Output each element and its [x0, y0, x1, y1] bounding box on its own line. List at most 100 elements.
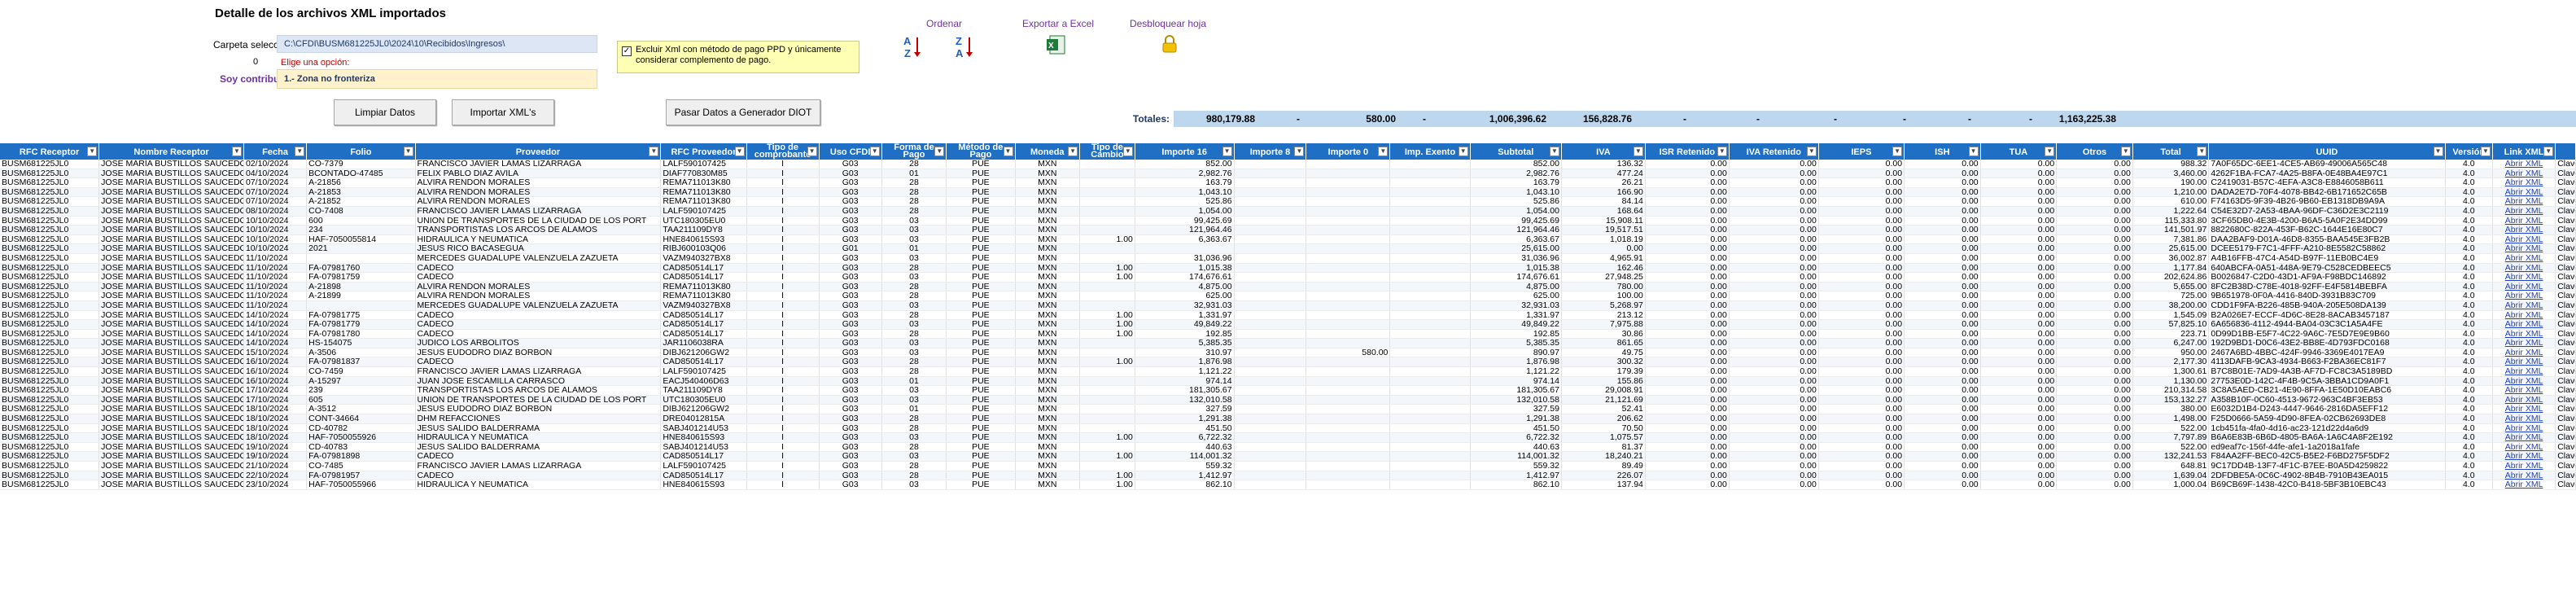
open-xml-link[interactable]: Abrir XML — [2492, 282, 2556, 292]
filter-dropdown-icon[interactable]: ▼ — [1068, 147, 1078, 156]
filter-dropdown-icon[interactable]: ▼ — [2197, 147, 2207, 156]
column-header[interactable]: Uso CFDI ▼ — [819, 143, 882, 160]
open-xml-link[interactable]: Abrir XML — [2492, 169, 2556, 179]
open-xml-link[interactable]: Abrir XML — [2492, 187, 2556, 198]
column-header[interactable]: Versión ▼ — [2445, 143, 2493, 160]
filter-dropdown-icon[interactable]: ▼ — [869, 147, 880, 156]
diot-button[interactable]: Pasar Datos a Generador DIOT — [666, 99, 820, 125]
filter-dropdown-icon[interactable]: ▼ — [734, 147, 745, 156]
filter-dropdown-icon[interactable]: ▼ — [1892, 147, 1903, 156]
column-header[interactable]: Subtotal ▼ — [1470, 143, 1562, 160]
filter-dropdown-icon[interactable]: ▼ — [403, 147, 413, 156]
open-xml-link[interactable]: Abrir XML — [2492, 319, 2556, 330]
exclude-ppd-checkbox[interactable]: ✓ — [622, 46, 632, 56]
column-header[interactable]: Link XML ▼ — [2492, 143, 2556, 160]
column-header[interactable]: ISH ▼ — [1904, 143, 1981, 160]
column-header[interactable]: Proveedor ▼ — [415, 143, 662, 160]
filter-dropdown-icon[interactable]: ▼ — [1968, 147, 1979, 156]
open-xml-link[interactable]: Abrir XML — [2492, 480, 2556, 490]
filter-dropdown-icon[interactable]: ▼ — [295, 147, 305, 156]
filter-dropdown-icon[interactable]: ▼ — [1122, 147, 1133, 156]
open-xml-link[interactable]: Abrir XML — [2492, 253, 2556, 264]
filter-dropdown-icon[interactable]: ▼ — [1458, 147, 1468, 156]
column-header[interactable]: Importe 0 ▼ — [1305, 143, 1391, 160]
column-header[interactable]: IEPS ▼ — [1818, 143, 1905, 160]
import-xml-button[interactable]: Importar XML's — [452, 99, 554, 125]
column-header[interactable]: IVA ▼ — [1561, 143, 1646, 160]
open-xml-link[interactable]: Abrir XML — [2492, 225, 2556, 235]
lock-icon[interactable] — [1161, 34, 1179, 54]
column-header[interactable]: Tipo de Cambio ▼ — [1079, 143, 1135, 160]
filter-dropdown-icon[interactable]: ▼ — [934, 147, 945, 156]
filter-dropdown-icon[interactable]: ▼ — [1633, 147, 1643, 156]
open-xml-link[interactable]: Abrir XML — [2492, 216, 2556, 226]
excel-icon[interactable]: X — [1047, 34, 1066, 55]
column-header[interactable]: Folio ▼ — [306, 143, 416, 160]
column-header[interactable]: RFC Receptor ▼ — [0, 143, 100, 160]
column-header[interactable]: Otros ▼ — [2056, 143, 2133, 160]
clear-data-button[interactable]: Limpiar Datos — [334, 99, 436, 125]
column-header[interactable]: Nombre Receptor ▼ — [98, 143, 244, 160]
column-header[interactable]: Imp. Exento ▼ — [1389, 143, 1471, 160]
filter-dropdown-icon[interactable]: ▼ — [231, 147, 242, 156]
open-xml-link[interactable]: Abrir XML — [2492, 348, 2556, 358]
open-xml-link[interactable]: Abrir XML — [2492, 300, 2556, 311]
filter-dropdown-icon[interactable]: ▼ — [1222, 147, 1232, 156]
column-header[interactable]: RFC Proveedor ▼ — [660, 143, 747, 160]
filter-dropdown-icon[interactable]: ▼ — [1294, 147, 1305, 156]
column-header[interactable] — [2555, 143, 2576, 160]
filter-dropdown-icon[interactable]: ▼ — [807, 147, 817, 156]
open-xml-link[interactable]: Abrir XML — [2492, 395, 2556, 405]
filter-dropdown-icon[interactable]: ▼ — [1717, 147, 1727, 156]
column-header[interactable]: Importe 16 ▼ — [1135, 143, 1235, 160]
column-header[interactable]: Forma de Pago ▼ — [881, 143, 947, 160]
filter-dropdown-icon[interactable]: ▼ — [1003, 147, 1013, 156]
filter-dropdown-icon[interactable]: ▼ — [2433, 147, 2443, 156]
contributor-select[interactable]: 1.- Zona no fronteriza — [277, 69, 597, 89]
column-header[interactable]: TUA ▼ — [1980, 143, 2058, 160]
open-xml-link[interactable]: Abrir XML — [2492, 310, 2556, 321]
open-xml-link[interactable]: Abrir XML — [2492, 414, 2556, 424]
filter-dropdown-icon[interactable]: ▼ — [87, 147, 98, 156]
open-xml-link[interactable]: Abrir XML — [2492, 385, 2556, 396]
open-xml-link[interactable]: Abrir XML — [2492, 471, 2556, 481]
folder-path-field[interactable]: C:\CFDI\BUSM681225JL0\2024\10\Recibidos\… — [277, 35, 597, 53]
column-header[interactable]: Método de Pago ▼ — [946, 143, 1016, 160]
filter-dropdown-icon[interactable]: ▼ — [2120, 147, 2131, 156]
open-xml-link[interactable]: Abrir XML — [2492, 272, 2556, 283]
column-header[interactable]: UUID ▼ — [2208, 143, 2446, 160]
open-xml-link[interactable]: Abrir XML — [2492, 196, 2556, 207]
open-xml-link[interactable]: Abrir XML — [2492, 206, 2556, 217]
open-xml-link[interactable]: Abrir XML — [2492, 404, 2556, 415]
column-header[interactable]: Fecha ▼ — [243, 143, 308, 160]
open-xml-link[interactable]: Abrir XML — [2492, 243, 2556, 254]
column-header[interactable]: IVA Retenido ▼ — [1729, 143, 1819, 160]
sort-az-icon[interactable]: AZ — [902, 34, 923, 59]
sort-za-icon[interactable]: ZA — [954, 34, 975, 59]
column-header[interactable]: Total ▼ — [2132, 143, 2210, 160]
filter-dropdown-icon[interactable]: ▼ — [1806, 147, 1817, 156]
filter-dropdown-icon[interactable]: ▼ — [1378, 147, 1389, 156]
filter-dropdown-icon[interactable]: ▼ — [1549, 147, 1559, 156]
column-header[interactable]: Importe 8 ▼ — [1234, 143, 1307, 160]
filter-dropdown-icon[interactable]: ▼ — [2543, 147, 2554, 156]
filter-dropdown-icon[interactable]: ▼ — [649, 147, 659, 156]
column-header[interactable]: ISR Retenido ▼ — [1645, 143, 1730, 160]
open-xml-link[interactable]: Abrir XML — [2492, 263, 2556, 274]
open-xml-link[interactable]: Abrir XML — [2492, 366, 2556, 377]
filter-dropdown-icon[interactable]: ▼ — [2480, 147, 2491, 156]
open-xml-link[interactable]: Abrir XML — [2492, 357, 2556, 368]
open-xml-link[interactable]: Abrir XML — [2492, 291, 2556, 301]
open-xml-link[interactable]: Abrir XML — [2492, 329, 2556, 340]
open-xml-link[interactable]: Abrir XML — [2492, 376, 2556, 387]
column-header[interactable]: Moneda ▼ — [1015, 143, 1081, 160]
open-xml-link[interactable]: Abrir XML — [2492, 338, 2556, 348]
column-header[interactable]: Tipo de comprobante ▼ — [746, 143, 820, 160]
open-xml-link[interactable]: Abrir XML — [2492, 442, 2556, 453]
open-xml-link[interactable]: Abrir XML — [2492, 451, 2556, 462]
open-xml-link[interactable]: Abrir XML — [2492, 234, 2556, 245]
exclude-ppd-option[interactable]: ✓ Excluir Xml con método de pago PPD y ú… — [617, 41, 859, 73]
open-xml-link[interactable]: Abrir XML — [2492, 160, 2556, 169]
open-xml-link[interactable]: Abrir XML — [2492, 461, 2556, 471]
open-xml-link[interactable]: Abrir XML — [2492, 177, 2556, 188]
